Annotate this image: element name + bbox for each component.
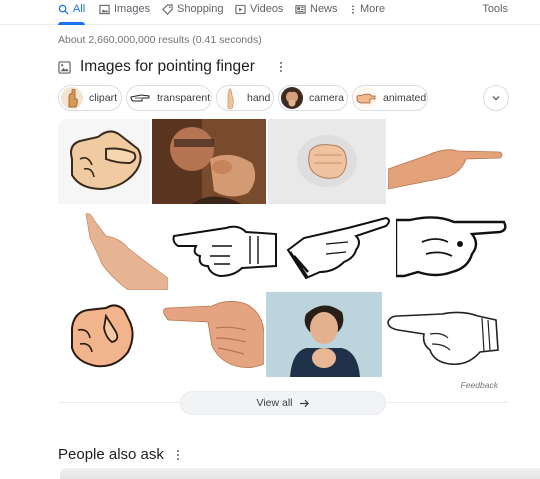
image-thumbnail	[384, 292, 508, 377]
image-thumbnail	[268, 119, 386, 204]
image-result[interactable]	[150, 292, 264, 377]
chip-animated[interactable]: animated	[352, 85, 428, 111]
image-thumbnail	[388, 119, 508, 204]
chip-label: clipart	[89, 92, 118, 104]
image-thumbnail	[58, 206, 168, 290]
image-thumbnail	[58, 292, 148, 377]
tab-more[interactable]: More	[350, 3, 385, 25]
chip-thumbnail	[281, 87, 303, 109]
chip-label: hand	[247, 92, 271, 104]
tab-images[interactable]: Images	[99, 3, 150, 25]
image-result[interactable]	[58, 206, 168, 290]
image-result[interactable]	[282, 206, 394, 290]
chip-label: transparent	[157, 92, 211, 104]
image-thumbnail	[152, 119, 266, 204]
feedback-link[interactable]: Feedback	[461, 380, 498, 390]
search-tabs: All Images Shopping Videos News More Too…	[0, 0, 540, 25]
tab-label: News	[310, 3, 338, 15]
tools-button[interactable]: Tools	[482, 3, 508, 15]
image-result[interactable]	[58, 119, 150, 204]
image-result[interactable]	[388, 119, 508, 204]
image-thumbnail	[170, 206, 280, 290]
paa-menu-button[interactable]	[171, 448, 185, 462]
images-section-title: Images for pointing finger	[80, 58, 255, 75]
chip-clipart[interactable]: clipart	[58, 85, 122, 111]
tag-icon	[162, 4, 173, 15]
chips-expand-button[interactable]	[483, 85, 509, 111]
chip-transparent[interactable]: transparent	[126, 85, 212, 111]
tab-all[interactable]: All	[58, 3, 86, 25]
bottom-overlay	[60, 468, 540, 479]
tab-videos[interactable]: Videos	[235, 3, 283, 25]
tab-shopping[interactable]: Shopping	[162, 3, 224, 25]
news-icon	[295, 5, 306, 14]
images-section-header: Images for pointing finger	[58, 58, 255, 76]
image-icon	[58, 60, 71, 74]
tab-label: Images	[114, 3, 151, 15]
chevron-down-icon	[492, 96, 500, 101]
arrow-right-icon	[299, 399, 309, 407]
image-thumbnail	[282, 206, 394, 290]
image-thumbnail	[396, 206, 508, 290]
image-result[interactable]	[152, 119, 266, 204]
view-all-label: View all	[256, 397, 293, 409]
image-thumbnail	[266, 292, 382, 377]
chip-thumbnail	[355, 87, 377, 109]
image-thumbnail	[150, 292, 264, 377]
chip-label: animated	[383, 92, 427, 104]
image-icon	[99, 4, 110, 15]
chip-label: camera	[309, 92, 345, 104]
image-result[interactable]	[384, 292, 508, 377]
image-thumbnail	[58, 119, 150, 204]
more-vert-icon	[352, 5, 354, 14]
play-icon	[235, 4, 246, 15]
image-result[interactable]	[266, 292, 382, 377]
chip-thumbnail	[219, 87, 241, 109]
active-tab-indicator	[58, 22, 86, 25]
image-result[interactable]	[170, 206, 280, 290]
section-menu-button[interactable]	[274, 60, 288, 74]
result-stats: About 2,660,000,000 results (0.41 second…	[58, 34, 262, 46]
search-icon	[58, 4, 69, 15]
tab-label: Videos	[250, 3, 284, 15]
chip-thumbnail	[61, 87, 83, 109]
chip-camera[interactable]: camera	[278, 85, 348, 111]
view-all-button[interactable]: View all	[180, 391, 386, 415]
people-also-ask-title: People also ask	[58, 446, 164, 463]
image-grid	[58, 119, 508, 377]
chip-hand[interactable]: hand	[216, 85, 274, 111]
image-result[interactable]	[268, 119, 386, 204]
tab-news[interactable]: News	[295, 3, 338, 25]
tab-label: All	[73, 3, 86, 15]
image-result[interactable]	[58, 292, 148, 377]
chip-thumbnail	[129, 87, 151, 109]
image-result[interactable]	[396, 206, 508, 290]
tab-label: Shopping	[177, 3, 224, 15]
tab-label: More	[360, 3, 386, 15]
